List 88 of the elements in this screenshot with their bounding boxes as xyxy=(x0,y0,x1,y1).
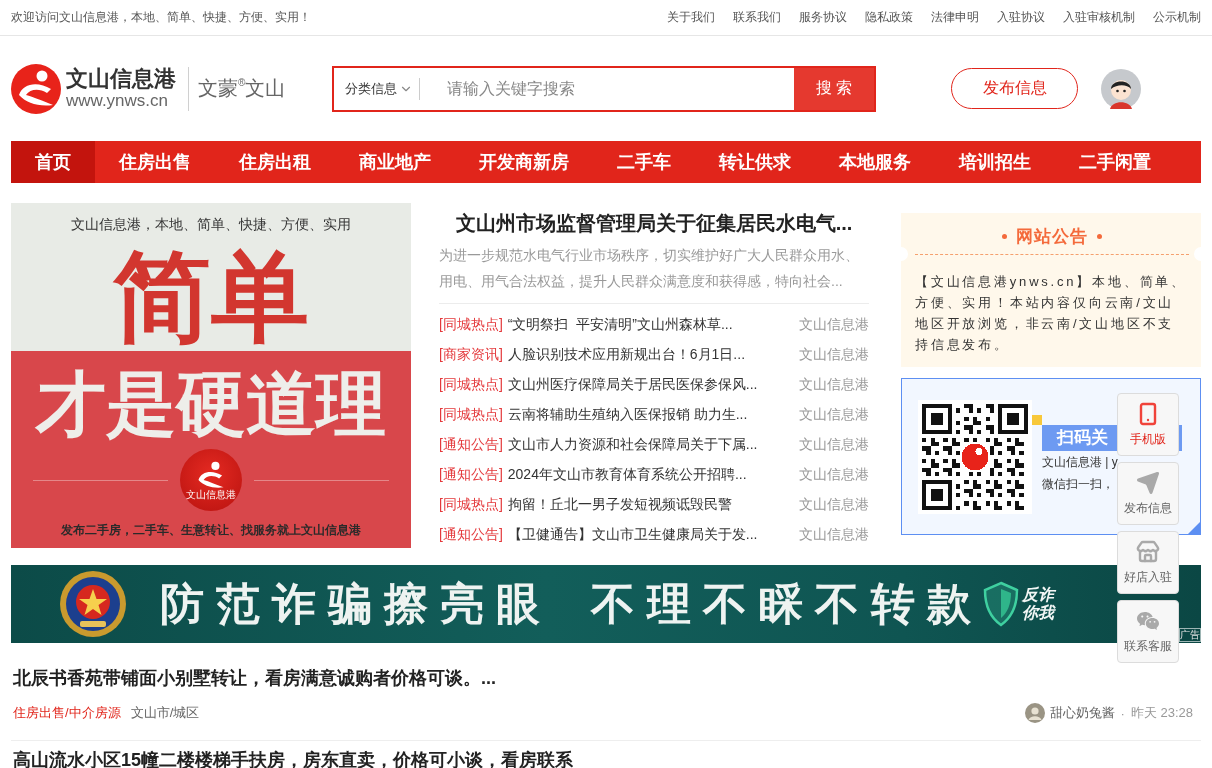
qr-caption: 微信扫一扫， xyxy=(1042,476,1114,493)
featured-summary: 为进一步规范水电气行业市场秩序，切实维护好广大人民群众用水、用电、用气合法权益，提升人民群众满意度和获得感，特向社会... xyxy=(439,246,860,291)
brand-slogan: 文蒙$^{®}$文山 xyxy=(198,76,286,101)
top-link[interactable]: 隐私政策 xyxy=(865,9,913,26)
publish-button[interactable]: 发布信息 xyxy=(951,68,1078,109)
banner-tagline: 文山信息港，本地、简单、快捷、方便、实用 xyxy=(71,215,351,233)
listing-time: 昨天 23:28 xyxy=(1130,704,1193,722)
news-tag[interactable]: [同城热点] xyxy=(439,496,503,514)
news-title[interactable]: “文明祭扫 平安清明”文山州森林草... xyxy=(507,316,799,334)
emblem-icon xyxy=(58,569,128,639)
float-button[interactable]: 发布信息 xyxy=(1117,462,1179,525)
news-source: 文山信息港 xyxy=(799,526,869,544)
news-tag[interactable]: [同城热点] xyxy=(439,316,503,334)
avatar-icon xyxy=(1024,703,1045,723)
news-tag[interactable]: [同城热点] xyxy=(439,406,503,424)
notice-title: 网站公告 xyxy=(1016,225,1088,248)
badge-caption: 文山信息港 xyxy=(186,489,236,500)
listing-area: 文山市/城区 xyxy=(130,704,200,722)
news-title[interactable]: 2024年文山市教育体育系统公开招聘... xyxy=(507,466,799,484)
news-tag[interactable]: [通知公告] xyxy=(439,436,503,454)
qr-code-icon xyxy=(918,400,1032,514)
ad-badge-text: 反诈 xyxy=(1022,586,1054,604)
qr-caption: 文山信息港 | y xyxy=(1042,454,1118,471)
news-title[interactable]: 文山市人力资源和社会保障局关于下属... xyxy=(507,436,799,454)
nav-item[interactable]: 二手车 xyxy=(593,141,695,183)
ad-slogan: 不理不睬不转款 xyxy=(591,577,983,630)
square-icon xyxy=(1032,415,1042,425)
bullet-icon xyxy=(1002,233,1007,239)
nav-item[interactable]: 首页 xyxy=(11,141,95,183)
news-source: 文山信息港 xyxy=(799,346,869,364)
notice-text: 【文山信息港ynws.cn】本地、简单、方便、实用！本站内容仅向云南/文山地区开放浏览，非云南/文山地区不支持信息发布。 xyxy=(915,273,1188,354)
news-tag[interactable]: [通知公告] xyxy=(439,526,503,544)
nav-item[interactable]: 二手闲置 xyxy=(1055,141,1175,183)
shield-icon xyxy=(983,581,1019,627)
category-dropdown[interactable]: 分类信息 xyxy=(334,67,413,110)
separator-dot: · xyxy=(1120,705,1125,721)
ad-slogan: 防范诈骗擦亮眼 xyxy=(160,577,552,630)
news-title[interactable]: 拘留！丘北一男子发短视频诋毁民警 xyxy=(507,496,799,514)
news-title[interactable]: 人脸识别技术应用新规出台！6月1日... xyxy=(507,346,799,364)
news-source: 文山信息港 xyxy=(799,316,869,334)
promo-banner[interactable]: 文山信息港，本地、简单、快捷、方便、实用 简单 才是硬道理 文山信息港 发布二手房，二手车、生意转让、找服务就上文山信息港 xyxy=(11,203,411,548)
news-tag[interactable]: [同城热点] xyxy=(439,376,503,394)
ad-badge-text: 你我 xyxy=(1022,604,1054,622)
top-link[interactable]: 关于我们 xyxy=(667,9,715,26)
listing-category[interactable]: 住房出售/中介房源 xyxy=(13,704,121,722)
bullet-icon xyxy=(1097,233,1102,239)
nav-item[interactable]: 培训招生 xyxy=(935,141,1055,183)
listing-title[interactable]: 北辰书香苑带铺面小别墅转让，看房满意诚购者价格可谈。... xyxy=(13,667,1193,689)
float-button[interactable]: 好店入驻 xyxy=(1117,531,1179,594)
nav-item[interactable]: 本地服务 xyxy=(815,141,935,183)
news-title[interactable]: 【卫健通告】文山市卫生健康局关于发... xyxy=(507,526,799,544)
welcome-text: 欢迎访问文山信息港，本地、简单、快捷、方便、实用！ xyxy=(11,9,311,26)
news-title[interactable]: 云南将辅助生殖纳入医保报销 助力生... xyxy=(507,406,799,424)
featured-headline[interactable]: 文山州市场监督管理局关于征集居民水电气... xyxy=(439,210,869,236)
banner-footer-text: 发布二手房，二手车、生意转让、找服务就上文山信息港 xyxy=(61,522,361,539)
top-link[interactable]: 服务协议 xyxy=(799,9,847,26)
news-title[interactable]: 文山州医疗保障局关于居民医保参保风... xyxy=(507,376,799,394)
avatar-icon[interactable] xyxy=(1101,68,1141,109)
nav-item[interactable]: 住房出售 xyxy=(95,141,215,183)
paper-plane-icon xyxy=(1136,470,1160,495)
top-link[interactable]: 公示机制 xyxy=(1153,9,1201,26)
top-link[interactable]: 入驻协议 xyxy=(997,9,1045,26)
top-link[interactable]: 联系我们 xyxy=(733,9,781,26)
site-name: 文山信息港 xyxy=(66,66,176,91)
news-source: 文山信息港 xyxy=(799,466,869,484)
top-link[interactable]: 法律申明 xyxy=(931,9,979,26)
news-source: 文山信息港 xyxy=(799,496,869,514)
search-field[interactable]: 分类信息 请输入关键字搜索 搜 索 xyxy=(332,65,876,112)
banner-headline: 简单 xyxy=(113,247,309,347)
news-source: 文山信息港 xyxy=(799,406,869,424)
listing-user: 甜心奶兔酱 xyxy=(1049,704,1115,722)
ad-label: 广告 xyxy=(1179,628,1201,642)
news-source: 文山信息港 xyxy=(799,376,869,394)
nav-item[interactable]: 转让供求 xyxy=(695,141,815,183)
news-tag[interactable]: [通知公告] xyxy=(439,466,503,484)
news-source: 文山信息港 xyxy=(799,436,869,454)
float-button[interactable]: 手机版 xyxy=(1117,393,1179,456)
search-button[interactable]: 搜 索 xyxy=(794,67,874,110)
shop-icon xyxy=(1136,539,1160,564)
top-link[interactable]: 入驻审核机制 xyxy=(1063,9,1135,26)
nav-item[interactable]: 开发商新房 xyxy=(455,141,593,183)
site-url: www.ynws.cn xyxy=(66,91,170,111)
banner-subline: 才是硬道理 xyxy=(36,367,386,441)
news-tag[interactable]: [商家资讯] xyxy=(439,346,503,364)
nav-item[interactable]: 住房出租 xyxy=(215,141,335,183)
float-button[interactable]: 联系客服 xyxy=(1117,600,1179,663)
nav-item[interactable]: 商业地产 xyxy=(335,141,455,183)
logo-icon xyxy=(11,63,61,114)
